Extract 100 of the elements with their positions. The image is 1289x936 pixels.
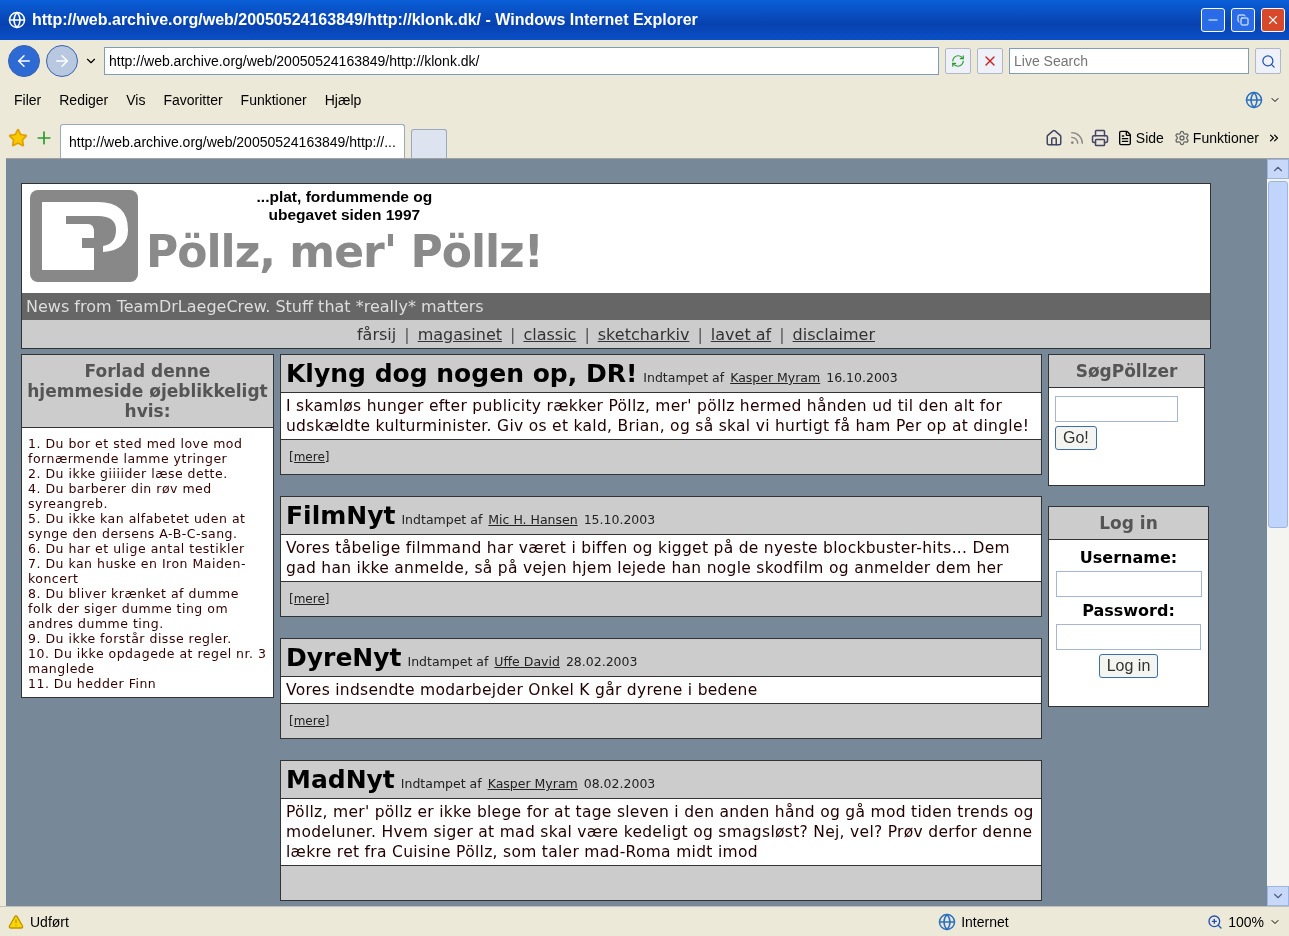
more-link[interactable]: [mere] <box>289 714 330 728</box>
article-title: MadNyt <box>286 765 395 794</box>
restore-button[interactable] <box>1231 8 1255 32</box>
status-text: Udført <box>30 913 70 930</box>
page-icon <box>1116 130 1133 146</box>
byline-text: Indtampet af <box>643 370 725 385</box>
menu-item[interactable]: Funktioner <box>234 92 313 108</box>
menu-item[interactable]: Favoritter <box>157 92 229 108</box>
forward-button[interactable] <box>46 45 78 77</box>
nav-separator: | <box>779 324 785 344</box>
nav-separator: | <box>404 324 410 344</box>
password-input[interactable] <box>1056 624 1201 650</box>
site-title: Pöllz, mer' Pöllz! <box>146 226 543 278</box>
article-text: Vores tåbelige filmmand har været i biffen og kigget på de nyeste blockbuster-hits... Dem gad han ikke anmelde, så på vejen hjem lejede han nogle skodfilm og anmelder dem her <box>281 535 1041 582</box>
rule-text: 4. Du barberer din røv med syreangreb. <box>28 481 213 511</box>
restore-icon <box>1237 14 1249 26</box>
article-title: FilmNyt <box>286 501 396 530</box>
feed-icon[interactable] <box>1068 130 1085 146</box>
back-button[interactable] <box>8 45 40 77</box>
nav-link[interactable]: classic <box>523 324 577 344</box>
article-text: Pöllz, mer' pöllz er ikke blege for at tage sleven i den anden hånd og gå mod tiden trends og modeluner. Hvem siger at mad skal være kedeligt og smagsløst? Nej, vel? Prøv derfor denne lækre ret fra Cuisine Pöllz, som taler mad-Roma midt imod <box>281 799 1041 866</box>
minimize-button[interactable] <box>1201 8 1225 32</box>
go-button[interactable]: Go! <box>1055 426 1097 450</box>
search-icon <box>1260 53 1276 69</box>
more-chevron-icon[interactable] <box>1267 131 1281 145</box>
article-title: DyreNyt <box>286 643 402 672</box>
print-icon[interactable] <box>1090 129 1109 147</box>
article-text: Vores indsendte modarbejder Onkel K går dyrene i bedene <box>281 677 1041 704</box>
browser-tab[interactable]: http://web.archive.org/web/20050524163849/http://... <box>60 124 405 158</box>
search-input[interactable] <box>1055 396 1178 422</box>
refresh-icon <box>951 54 965 68</box>
window-title: http://web.archive.org/web/20050524163849/http://klonk.dk/ - Windows Internet Explorer <box>32 11 699 29</box>
nav-separator: | <box>697 324 703 344</box>
forward-arrow-icon <box>53 52 71 70</box>
article-date: 15.10.2003 <box>583 512 656 527</box>
search-button[interactable] <box>1255 48 1281 74</box>
menu-item[interactable]: Rediger <box>53 92 115 108</box>
byline-text: Indtampet af <box>400 776 482 791</box>
nav-link[interactable]: sketcharkiv <box>597 324 690 344</box>
logo-icon <box>28 188 140 284</box>
refresh-button[interactable] <box>945 48 971 74</box>
article-date: 08.02.2003 <box>583 776 656 791</box>
byline-text: Indtampet af <box>401 512 483 527</box>
tools-menu-button[interactable]: Funktioner <box>1171 130 1261 146</box>
article-date: 16.10.2003 <box>826 370 898 385</box>
favorites-star-icon[interactable] <box>8 128 28 148</box>
panel-heading: Log in <box>1049 507 1208 540</box>
gear-icon <box>1173 130 1190 146</box>
byline-text: Indtampet af <box>407 654 489 669</box>
rule-text: 1. Du bor et sted med love mod fornærmende lamme ytringer <box>28 436 244 466</box>
more-link[interactable]: [mere] <box>289 450 330 464</box>
panel-heading: SøgPöllzer <box>1049 355 1204 388</box>
password-label: Password: <box>1082 601 1175 620</box>
menu-item[interactable]: Filer <box>8 92 48 108</box>
username-label: Username: <box>1079 548 1178 567</box>
address-field[interactable]: http://web.archive.org/web/20050524163849/http://klonk.dk/ <box>104 47 939 75</box>
nav-separator: | <box>510 324 516 344</box>
site-subtitle: News from TeamDrLaegeCrew. Stuff that *really* matters <box>21 293 1211 320</box>
search-field[interactable]: Live Search <box>1009 48 1249 74</box>
nav-separator: | <box>584 324 590 344</box>
rule-text: 5. Du ikke kan alfabetet uden at synge den dersens A-B-C-sang. <box>28 511 247 541</box>
username-input[interactable] <box>1055 571 1202 597</box>
rule-text: 8. Du bliver krænket af dumme folk der siger dumme ting om andres dumme ting. <box>28 586 240 631</box>
rule-text: 11. Du hedder Finn <box>28 676 158 691</box>
article-text: I skamløs hunger efter publicity rækker Pöllz, mer' pöllz hermed hånden ud til den alt for udskældte kulturminister. Giv os et kald, Brian, og så skal vi hurtigt få ham Per op at dingle! <box>281 393 1041 440</box>
home-icon[interactable] <box>1044 129 1063 147</box>
author-link[interactable]: Mic H. Hansen <box>488 512 578 527</box>
article-date: 28.02.2003 <box>565 654 638 669</box>
menu-item[interactable]: Vis <box>120 92 152 108</box>
rule-text: 10. Du ikke opdagede at regel nr. 3 manglede <box>28 646 267 676</box>
warning-icon <box>8 913 24 930</box>
nav-link[interactable]: disclaimer <box>792 324 875 344</box>
nav-link[interactable]: lavet af <box>710 324 772 344</box>
zone-text: Internet <box>961 913 1010 930</box>
nav-link[interactable]: magasinet <box>417 324 502 344</box>
url-text: http://web.archive.org/web/20050524163849/http://klonk.dk/ <box>109 53 480 69</box>
page-menu-button[interactable]: Side <box>1114 130 1166 146</box>
globe-icon[interactable] <box>1245 91 1263 109</box>
site-tagline: ...plat, fordummende og ubegavet siden 1997 <box>256 188 433 224</box>
more-link[interactable]: [mere] <box>289 592 330 606</box>
article-title: Klyng dog nogen op, DR! <box>286 359 638 388</box>
rule-text: 6. Du har et ulige antal testikler <box>28 541 246 556</box>
rule-text: 7. Du kan huske en Iron Maiden-koncert <box>28 556 247 586</box>
zoom-icon[interactable] <box>1207 913 1224 930</box>
rule-text: 2. Du ikke giiiider læse dette. <box>28 466 229 481</box>
close-button[interactable] <box>1261 8 1285 32</box>
author-link[interactable]: Kasper Myram <box>730 370 821 385</box>
panel-heading: Forlad denne hjemmeside øjeblikkeligt hvis: <box>22 355 273 428</box>
nav-link[interactable]: fårsij <box>357 324 397 344</box>
close-icon <box>1266 13 1280 27</box>
stop-button[interactable] <box>977 48 1003 74</box>
author-link[interactable]: Uffe David <box>494 654 560 669</box>
browser-logo-icon <box>8 11 26 29</box>
scrollbar[interactable] <box>1267 159 1289 906</box>
login-button[interactable]: Log in <box>1098 654 1159 678</box>
author-link[interactable]: Kasper Myram <box>487 776 578 791</box>
menu-item[interactable]: Hjælp <box>318 92 368 108</box>
rule-text: 9. Du ikke forstår disse regler. <box>28 631 233 646</box>
scroll-thumb[interactable] <box>1268 181 1288 528</box>
zoom-level[interactable]: 100% <box>1228 913 1264 930</box>
